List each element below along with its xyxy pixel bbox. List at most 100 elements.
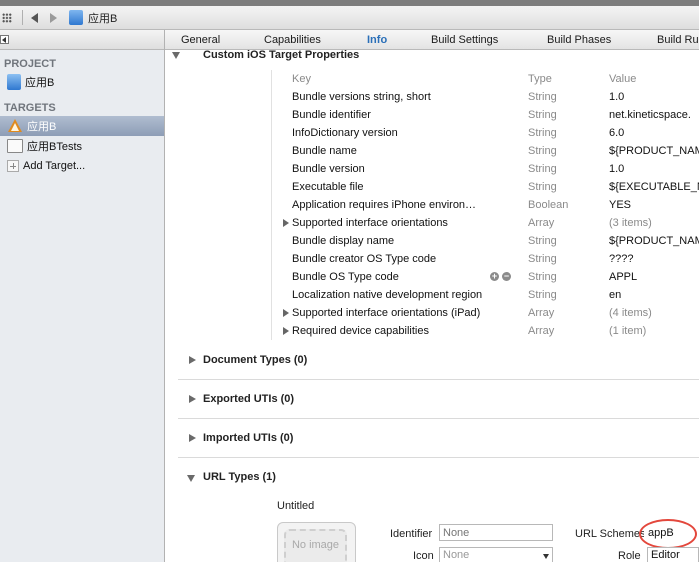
- editor-tab-bar: General Capabilities Info Build Settings…: [165, 30, 699, 50]
- table-row[interactable]: Localization native development region St…: [272, 286, 699, 304]
- back-arrow-icon[interactable]: [31, 12, 38, 23]
- tab-capabilities[interactable]: Capabilities: [264, 34, 321, 46]
- property-type: String: [528, 289, 557, 301]
- property-type: String: [528, 181, 557, 193]
- property-value: 6.0: [609, 127, 625, 139]
- add-icon: [7, 160, 19, 172]
- disclosure-triangle-open-icon[interactable]: [187, 475, 195, 482]
- table-row[interactable]: Bundle OS Type code String APPL + −: [272, 268, 699, 286]
- column-header-key[interactable]: Key: [292, 73, 311, 85]
- chevron-down-icon: [543, 554, 549, 559]
- property-key: Bundle display name: [292, 235, 395, 247]
- property-type: String: [528, 91, 557, 103]
- property-type: Array: [528, 307, 555, 319]
- column-header-value[interactable]: Value: [609, 73, 699, 85]
- table-row[interactable]: Supported interface orientations Array (3 …: [272, 214, 699, 232]
- property-type: String: [528, 253, 557, 265]
- property-key: Bundle OS Type code: [292, 271, 399, 283]
- url-schemes-label: URL Schemes: [575, 528, 646, 540]
- jump-bar-title[interactable]: 应用B: [88, 10, 117, 26]
- sidebar-item-target-tests[interactable]: 应用BTests: [0, 136, 164, 156]
- disclosure-triangle-closed-icon[interactable]: [283, 309, 289, 317]
- jump-bar-separator: [22, 10, 23, 25]
- project-icon: [7, 74, 21, 90]
- property-key: Localization native development region: [292, 289, 483, 301]
- tab-build-rules[interactable]: Build Ru: [657, 34, 699, 46]
- property-key: Supported interface orientations: [292, 217, 448, 229]
- sidebar-item-project[interactable]: 应用B: [0, 72, 164, 92]
- property-value: ${PRODUCT_NAME}: [609, 145, 699, 157]
- property-list-table: Key Type Value Bundle versions string, s…: [271, 70, 699, 340]
- sidebar-item-label: Add Target...: [23, 160, 86, 172]
- section-divider: [178, 457, 699, 458]
- role-popup[interactable]: Editor: [647, 547, 699, 562]
- table-row[interactable]: Executable file String ${EXECUTABLE_NAME}: [272, 178, 699, 196]
- column-header-type[interactable]: Type: [528, 73, 552, 85]
- test-bundle-icon: [7, 139, 23, 153]
- document-types-section[interactable]: Document Types (0): [203, 354, 307, 366]
- table-row[interactable]: Bundle name String ${PRODUCT_NAME}: [272, 142, 699, 160]
- url-type-name: Untitled: [277, 500, 315, 512]
- info-editor: Custom iOS Target Properties Key Type Va…: [165, 50, 699, 562]
- property-key: Bundle version: [292, 163, 365, 175]
- tab-build-phases[interactable]: Build Phases: [547, 34, 611, 46]
- targets-header: TARGETS: [4, 102, 56, 114]
- identifier-label: Identifier: [390, 528, 433, 540]
- property-type: Array: [528, 325, 555, 337]
- icon-popup[interactable]: None: [439, 547, 553, 562]
- tab-general[interactable]: General: [181, 34, 220, 46]
- collapse-sidebar-icon[interactable]: [0, 35, 9, 44]
- exported-utis-section[interactable]: Exported UTIs (0): [203, 393, 294, 405]
- sidebar-item-label: 应用BTests: [27, 141, 83, 153]
- disclosure-triangle-closed-icon[interactable]: [283, 327, 289, 335]
- url-type-image-well[interactable]: No image: [277, 522, 356, 562]
- remove-row-icon[interactable]: −: [502, 272, 511, 281]
- no-image-placeholder: No image: [284, 529, 347, 562]
- sidebar-item-target-app[interactable]: 应用B: [0, 116, 164, 136]
- property-value: ${PRODUCT_NAME}: [609, 235, 699, 247]
- add-row-icon[interactable]: +: [490, 272, 499, 281]
- table-row[interactable]: Bundle versions string, short String 1.0: [272, 88, 699, 106]
- property-value: en: [609, 289, 622, 301]
- property-type: String: [528, 109, 557, 121]
- table-row[interactable]: Supported interface orientations (iPad) A…: [272, 304, 699, 322]
- tab-build-settings[interactable]: Build Settings: [431, 34, 498, 46]
- table-row[interactable]: Bundle identifier String net.kineticspace.: [272, 106, 699, 124]
- highlight-annotation-circle: [639, 519, 697, 549]
- disclosure-triangle-closed-icon[interactable]: [189, 434, 196, 442]
- tab-info[interactable]: Info: [367, 34, 387, 46]
- property-value: ${EXECUTABLE_NAME}: [609, 181, 699, 193]
- custom-properties-title: Custom iOS Target Properties: [203, 50, 360, 61]
- property-type: String: [528, 271, 557, 283]
- table-row[interactable]: Required device capabilities Array (1 item…: [272, 322, 699, 340]
- table-row[interactable]: InfoDictionary version String 6.0: [272, 124, 699, 142]
- sidebar-item-label: 应用B: [25, 77, 55, 89]
- property-value: APPL: [609, 271, 638, 283]
- property-value: (1 item): [609, 325, 647, 337]
- property-key: Bundle creator OS Type code: [292, 253, 437, 265]
- disclosure-triangle-closed-icon[interactable]: [189, 356, 196, 364]
- property-key: InfoDictionary version: [292, 127, 398, 139]
- property-key: Bundle name: [292, 145, 357, 157]
- role-label: Role: [618, 550, 641, 562]
- property-key: Executable file: [292, 181, 364, 193]
- section-divider: [178, 418, 699, 419]
- property-value: net.kineticspace.: [609, 109, 691, 121]
- table-row[interactable]: Application requires iPhone environ… Bool…: [272, 196, 699, 214]
- disclosure-triangle-closed-icon[interactable]: [189, 395, 196, 403]
- property-type: Boolean: [528, 199, 569, 211]
- project-header: PROJECT: [4, 58, 56, 70]
- disclosure-triangle-closed-icon[interactable]: [283, 219, 289, 227]
- url-types-section[interactable]: URL Types (1): [203, 471, 276, 483]
- table-row[interactable]: Bundle display name String ${PRODUCT_NAME}: [272, 232, 699, 250]
- forward-arrow-icon[interactable]: [50, 12, 57, 23]
- table-row[interactable]: Bundle version String 1.0: [272, 160, 699, 178]
- table-row[interactable]: Bundle creator OS Type code String????: [272, 250, 699, 268]
- related-items-grid-icon[interactable]: [2, 12, 12, 23]
- sidebar-toolbar: [0, 30, 164, 50]
- identifier-field[interactable]: [439, 524, 553, 541]
- disclosure-triangle-open-icon[interactable]: [172, 52, 180, 59]
- imported-utis-section[interactable]: Imported UTIs (0): [203, 432, 293, 444]
- add-target-button[interactable]: Add Target...: [0, 156, 164, 176]
- target-sidebar: PROJECT 应用B TARGETS 应用B 应用BTests Add Tar…: [0, 30, 165, 562]
